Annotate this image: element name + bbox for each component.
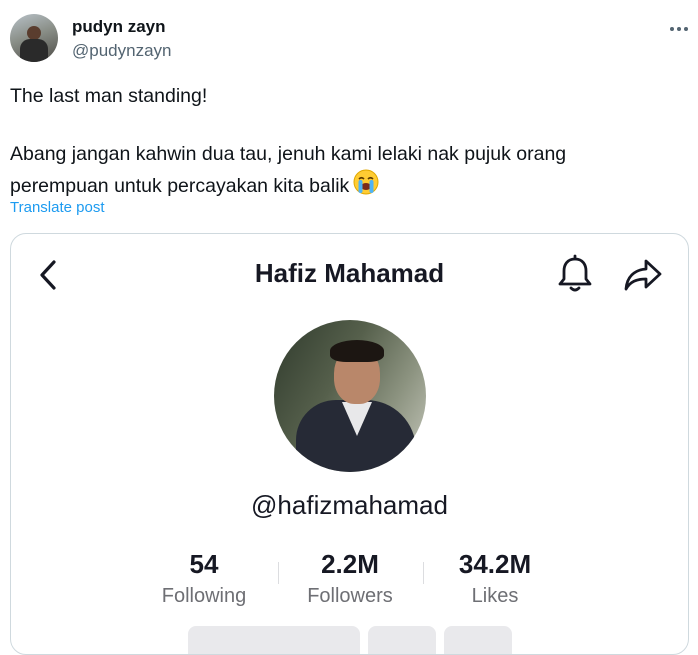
profile-action-button[interactable] [368,626,436,654]
stat-likes[interactable]: 34.2M Likes [415,549,575,608]
profile-action-button[interactable] [444,626,512,654]
stat-label: Likes [471,585,519,607]
avatar-figure-head [27,26,41,40]
stat-label: Following [161,585,247,607]
stat-followers[interactable]: 2.2M Followers [270,549,430,608]
post-text-line: The last man standing! [10,85,208,107]
stat-value: 34.2M [458,549,532,579]
profile-avatar[interactable] [274,320,426,472]
avatar-figure-body [20,39,48,62]
stat-value: 54 [189,549,219,579]
profile-handle: @hafizmahamad [251,490,448,520]
translate-post-link[interactable]: Translate post [10,199,105,216]
photo-figure-hair [330,340,384,362]
post-text-line: perempuan untuk percayakan kita balik [10,169,680,204]
profile-action-button[interactable] [188,626,360,654]
more-options-icon[interactable] [667,17,691,41]
post-text-line-content: perempuan untuk percayakan kita balik [10,175,350,197]
share-arrow-icon[interactable] [622,256,664,294]
attached-image-card[interactable]: Hafiz Mahamad @hafizmahamad 54 Following… [10,233,689,655]
author-avatar[interactable] [10,14,58,62]
stat-value: 2.2M [321,549,379,579]
stat-following[interactable]: 54 Following [124,549,284,608]
author-handle[interactable]: @pudynzayn [72,41,172,61]
post-text: The last man standing! Abang jangan kahw… [10,82,680,204]
bell-icon[interactable] [556,254,594,294]
post-text-line: Abang jangan kahwin dua tau, jenuh kami … [10,143,567,165]
stat-label: Followers [307,585,393,607]
post-header: pudyn zayn @pudynzayn [10,14,690,64]
author-name[interactable]: pudyn zayn [72,17,166,37]
loudly-crying-face-icon [353,169,379,204]
